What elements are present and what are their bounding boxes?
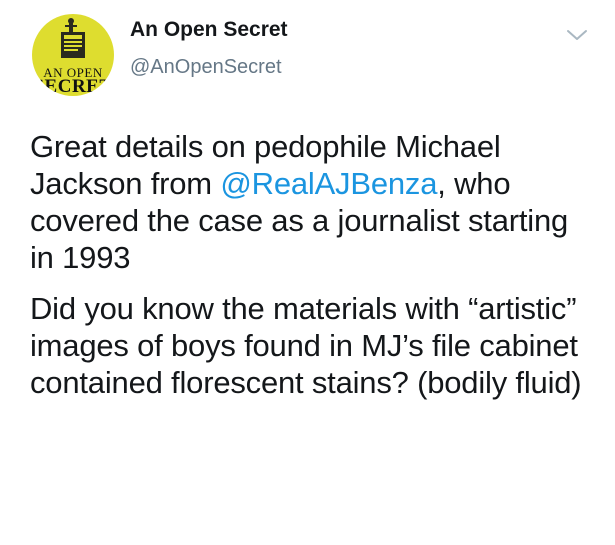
- mention-link[interactable]: @RealAJBenza: [220, 166, 437, 201]
- tweet-text: Great details on pedophile Michael Jacks…: [30, 128, 595, 401]
- tweet-paragraph: Great details on pedophile Michael Jacks…: [30, 128, 595, 276]
- tweet-card: AN OPEN SECRET An Open Secret @AnOpenSec…: [0, 0, 615, 545]
- author-name[interactable]: An Open Secret: [130, 18, 288, 42]
- author-handle[interactable]: @AnOpenSecret: [130, 56, 282, 79]
- tweet-paragraph: Did you know the materials with “artisti…: [30, 291, 582, 400]
- avatar-text-bottom: SECRET: [33, 76, 113, 96]
- avatar[interactable]: AN OPEN SECRET: [32, 14, 114, 96]
- chevron-down-icon[interactable]: [564, 26, 590, 44]
